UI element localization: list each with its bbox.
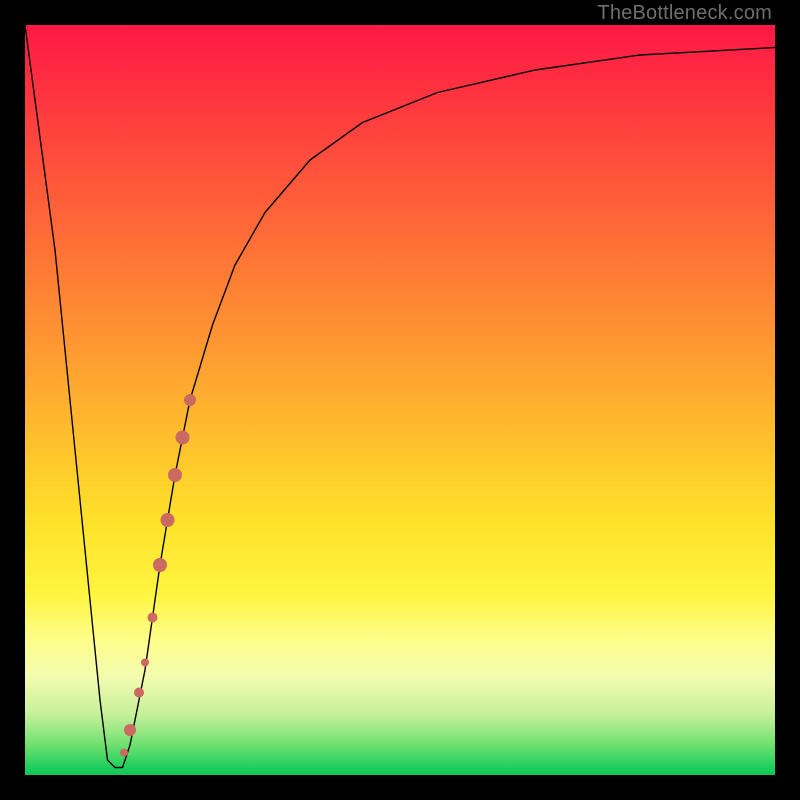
highlight-marker <box>124 724 136 736</box>
highlight-marker <box>120 749 128 757</box>
chart-svg <box>25 25 775 775</box>
highlight-marker <box>141 659 149 667</box>
plot-area <box>25 25 775 775</box>
attribution-watermark: TheBottleneck.com <box>597 2 772 25</box>
highlight-marker <box>153 558 167 572</box>
highlight-marker <box>148 613 158 623</box>
highlight-marker <box>161 513 175 527</box>
highlight-marker <box>176 431 190 445</box>
highlight-marker <box>168 468 182 482</box>
bottleneck-curve <box>25 25 775 768</box>
highlight-marker <box>134 688 144 698</box>
highlight-marker <box>184 394 196 406</box>
chart-frame: TheBottleneck.com <box>0 0 800 800</box>
